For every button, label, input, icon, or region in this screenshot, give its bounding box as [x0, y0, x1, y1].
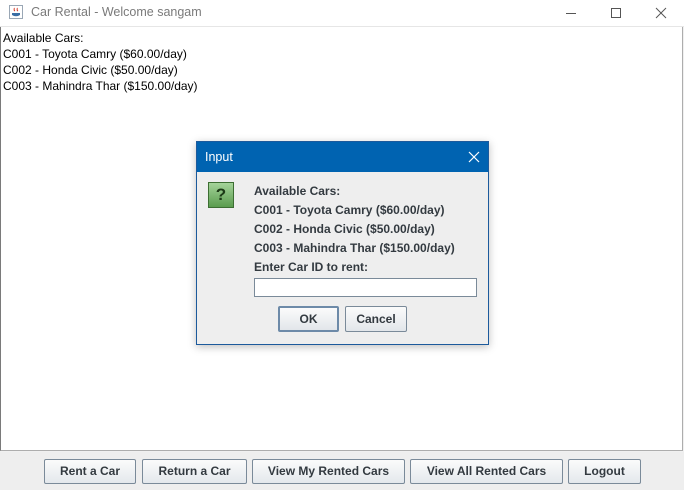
ok-button[interactable]: OK [278, 306, 339, 332]
logout-button[interactable]: Logout [568, 459, 641, 484]
text-line: C002 - Honda Civic ($50.00/day) [3, 63, 178, 77]
close-icon [655, 7, 667, 19]
input-dialog: Input ? Available Cars: C001 - Toyota Ca… [196, 141, 489, 345]
close-button[interactable] [638, 0, 684, 26]
window-title: Car Rental - Welcome sangam [31, 5, 202, 19]
car-id-input[interactable] [254, 278, 477, 297]
java-app-icon [9, 5, 23, 19]
maximize-button[interactable] [593, 0, 639, 26]
minimize-icon [566, 13, 576, 14]
question-icon: ? [208, 182, 234, 208]
close-icon[interactable] [467, 150, 481, 164]
dialog-titlebar: Input [197, 142, 488, 172]
dialog-message-line: Available Cars: [254, 184, 341, 198]
dialog-message-line: C002 - Honda Civic ($50.00/day) [254, 222, 435, 236]
cancel-button[interactable]: Cancel [345, 306, 407, 332]
dialog-prompt-label: Enter Car ID to rent: [254, 260, 369, 274]
view-my-rented-cars-button[interactable]: View My Rented Cars [252, 459, 405, 484]
text-line: C001 - Toyota Camry ($60.00/day) [3, 47, 187, 61]
view-all-rented-cars-button[interactable]: View All Rented Cars [410, 459, 563, 484]
text-line: Available Cars: [3, 31, 84, 45]
maximize-icon [611, 8, 621, 18]
dialog-title: Input [205, 150, 233, 164]
dialog-message-line: C003 - Mahindra Thar ($150.00/day) [254, 241, 455, 255]
text-line: C003 - Mahindra Thar ($150.00/day) [3, 79, 198, 93]
minimize-button[interactable] [548, 0, 594, 26]
rent-car-button[interactable]: Rent a Car [44, 459, 136, 484]
dialog-message-line: C001 - Toyota Camry ($60.00/day) [254, 203, 445, 217]
window-titlebar: Car Rental - Welcome sangam [0, 0, 684, 27]
return-car-button[interactable]: Return a Car [142, 459, 247, 484]
